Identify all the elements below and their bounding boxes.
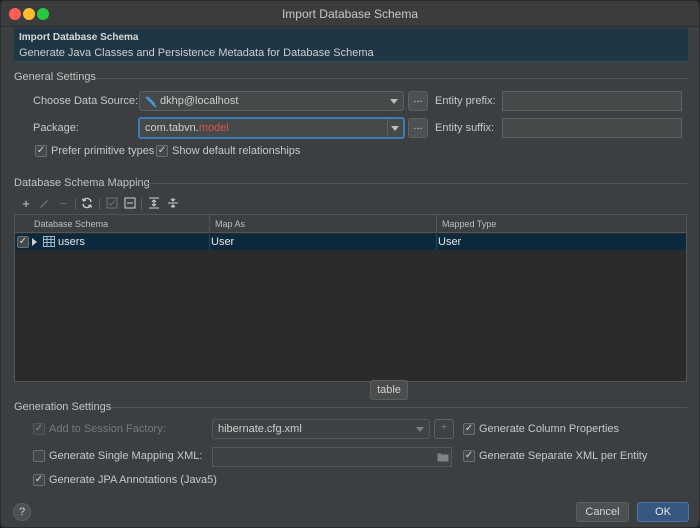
general-settings-title: General Settings (14, 71, 96, 83)
add-session-factory-button[interactable]: + (434, 419, 454, 439)
choose-data-source-label: Choose Data Source: (33, 95, 139, 107)
separate-xml-label: Generate Separate XML per Entity (479, 450, 648, 462)
package-browse-button[interactable]: ... (408, 118, 428, 138)
schema-mapping-title: Database Schema Mapping (14, 177, 150, 189)
general-settings-divider (97, 78, 687, 79)
column-header-mapped-type[interactable]: Mapped Type (442, 219, 496, 229)
expand-arrow-icon[interactable] (32, 238, 37, 246)
uncheck-all-icon[interactable] (123, 197, 137, 211)
schema-cell: users (58, 236, 85, 248)
data-source-value: dkhp@localhost (160, 95, 239, 107)
single-mapping-field[interactable] (212, 447, 452, 467)
toolbar-separator (99, 198, 100, 210)
entity-prefix-label: Entity prefix: (435, 95, 496, 107)
banner-subtitle: Generate Java Classes and Persistence Me… (19, 47, 374, 59)
check-all-icon[interactable] (105, 197, 119, 211)
checkbox-icon (106, 197, 118, 209)
schema-mapping-divider (146, 183, 687, 184)
chevron-down-icon (416, 427, 424, 432)
table-header: Database Schema Map As Mapped Type (15, 215, 686, 233)
data-source-combo[interactable]: dkhp@localhost (139, 91, 404, 111)
row-checkbox[interactable]: ✓ (17, 236, 29, 248)
column-header-database-schema[interactable]: Database Schema (34, 219, 108, 229)
show-relationships-checkbox[interactable]: ✓ (156, 145, 168, 157)
toolbar-separator (75, 198, 76, 210)
map-as-cell[interactable]: User (211, 236, 234, 248)
jpa-annotations-label: Generate JPA Annotations (Java5) (49, 474, 217, 486)
cancel-button[interactable]: Cancel (576, 502, 629, 522)
schema-mapping-table: Database Schema Map As Mapped Type ✓ use… (14, 214, 687, 382)
edit-icon[interactable] (37, 197, 51, 211)
table-row[interactable]: ✓ users User User (15, 234, 686, 250)
column-properties-label: Generate Column Properties (479, 423, 620, 435)
banner-title: Import Database Schema (19, 32, 139, 43)
add-icon[interactable]: + (19, 197, 33, 211)
package-value-suffix: model (198, 122, 229, 134)
table-icon (43, 236, 55, 247)
package-label: Package: (33, 122, 79, 134)
refresh-icon[interactable] (80, 197, 94, 211)
expand-all-icon[interactable] (147, 197, 161, 211)
import-database-schema-dialog: Import Database Schema Import Database S… (0, 0, 700, 528)
database-icon (145, 96, 157, 108)
show-relationships-label: Show default relationships (172, 145, 301, 157)
chevron-down-icon (390, 99, 398, 104)
package-value: com.tabvn.model (145, 122, 229, 134)
single-mapping-label: Generate Single Mapping XML: (49, 450, 203, 462)
ok-button[interactable]: OK (637, 502, 689, 522)
column-divider (209, 215, 210, 233)
single-mapping-checkbox[interactable] (33, 450, 45, 462)
column-properties-checkbox[interactable]: ✓ (463, 423, 475, 435)
cell-divider (209, 234, 210, 250)
package-combo[interactable]: com.tabvn.model (138, 117, 405, 139)
entity-suffix-field[interactable] (502, 118, 682, 138)
folder-icon[interactable] (437, 452, 449, 462)
tooltip: table (370, 380, 408, 400)
collapse-icon (168, 198, 178, 208)
help-button[interactable]: ? (13, 503, 31, 521)
add-session-factory-checkbox[interactable]: ✓ (33, 423, 45, 435)
refresh-arrows-icon (81, 197, 93, 209)
window-title: Import Database Schema (281, 7, 419, 21)
entity-suffix-label: Entity suffix: (435, 122, 495, 134)
column-divider (436, 215, 437, 233)
pencil-icon (40, 200, 48, 208)
title-bar: Import Database Schema (1, 1, 699, 27)
collapse-all-icon[interactable] (166, 197, 180, 211)
data-source-browse-button[interactable]: ... (408, 91, 428, 111)
generation-settings-divider (111, 407, 687, 408)
column-header-map-as[interactable]: Map As (215, 219, 245, 229)
separate-xml-checkbox[interactable]: ✓ (463, 450, 475, 462)
generation-settings-title: Generation Settings (14, 401, 112, 413)
expand-icon (149, 197, 159, 209)
session-factory-combo[interactable]: hibernate.cfg.xml (212, 419, 430, 439)
cell-divider (436, 234, 437, 250)
minus-box-icon (124, 197, 136, 209)
toolbar-separator (141, 198, 142, 210)
add-session-factory-label: Add to Session Factory: (49, 423, 166, 435)
entity-prefix-field[interactable] (502, 91, 682, 111)
remove-icon[interactable]: − (56, 197, 70, 211)
jpa-annotations-checkbox[interactable]: ✓ (33, 474, 45, 486)
mapped-type-cell[interactable]: User (438, 236, 461, 248)
prefer-primitive-checkbox[interactable]: ✓ (35, 145, 47, 157)
prefer-primitive-label: Prefer primitive types (51, 145, 155, 157)
header-banner: Import Database Schema Generate Java Cla… (14, 28, 688, 62)
chevron-down-icon (391, 126, 399, 131)
package-value-prefix: com.tabvn. (145, 122, 199, 134)
session-factory-value: hibernate.cfg.xml (218, 423, 302, 435)
